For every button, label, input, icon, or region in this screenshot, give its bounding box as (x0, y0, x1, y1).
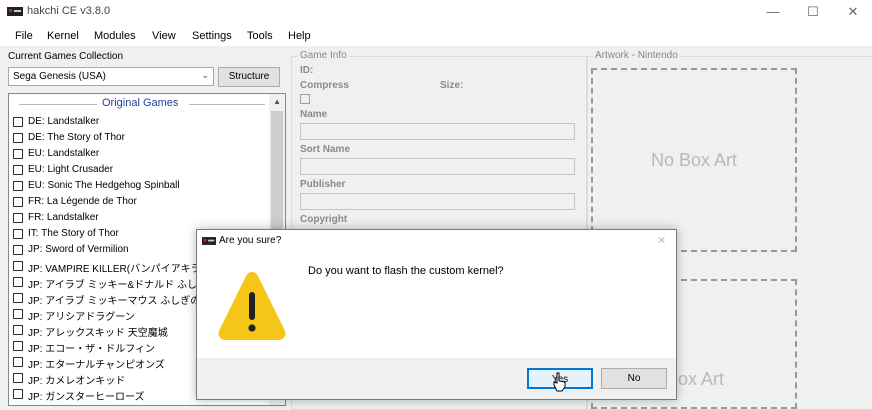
game-checkbox[interactable] (13, 261, 23, 271)
game-checkbox[interactable] (13, 277, 23, 287)
compress-checkbox[interactable] (300, 94, 310, 104)
maximize-button[interactable]: ☐ (795, 0, 831, 24)
game-checkbox[interactable] (13, 229, 23, 239)
menu-kernel[interactable]: Kernel (47, 30, 79, 42)
dialog-button-bar: Yes No (197, 358, 676, 399)
game-label: JP: アリシアドラグーン (28, 312, 135, 323)
game-info-title: Game Info (298, 50, 349, 61)
structure-button[interactable]: Structure (218, 67, 280, 87)
game-label: JP: カメレオンキッド (28, 376, 126, 387)
game-checkbox[interactable] (13, 373, 23, 383)
publisher-field[interactable] (300, 193, 575, 210)
publisher-label: Publisher (300, 179, 346, 190)
chevron-down-icon: ⌄ (201, 70, 209, 80)
game-label: IT: The Story of Thor (28, 228, 119, 239)
compress-label: Compress (300, 80, 349, 91)
name-field[interactable] (300, 123, 575, 140)
game-label: JP: ガンスターヒーローズ (28, 392, 145, 403)
list-item[interactable]: DE: The Story of Thor (13, 131, 268, 147)
title-bar: hakchi CE v3.8.0 — ☐ ✕ (0, 0, 872, 24)
list-item[interactable]: EU: Sonic The Hedgehog Spinball (13, 179, 268, 195)
list-item[interactable]: FR: Landstalker (13, 211, 268, 227)
list-item[interactable]: EU: Light Crusader (13, 163, 268, 179)
window-title: hakchi CE v3.8.0 (27, 5, 111, 17)
size-label: Size: (440, 80, 464, 91)
game-label: EU: Sonic The Hedgehog Spinball (28, 180, 180, 191)
id-label: ID: (300, 65, 314, 76)
game-label: JP: アイラブ ミッキー&ドナルド ふしぎな (28, 280, 217, 291)
game-label: JP: エターナルチャンピオンズ (28, 360, 165, 371)
menu-help[interactable]: Help (288, 30, 311, 42)
dialog-message: Do you want to flash the custom kernel? (308, 265, 504, 277)
no-box-art-text: No Box Art (650, 150, 738, 170)
app-icon (7, 7, 23, 16)
menu-file[interactable]: File (15, 30, 33, 42)
artwork-title: Artwork - Nintendo (593, 50, 680, 61)
menu-settings[interactable]: Settings (192, 30, 232, 42)
collection-label: Current Games Collection (8, 51, 124, 62)
box-art-area[interactable]: No Box Art (591, 68, 797, 252)
group-divider-left (19, 104, 97, 105)
confirm-dialog: Are you sure? ✕ Do you want to flash the… (196, 229, 677, 400)
group-divider-right (189, 104, 265, 105)
game-checkbox[interactable] (13, 341, 23, 351)
game-checkbox[interactable] (13, 197, 23, 207)
game-label: FR: Landstalker (28, 212, 99, 223)
game-checkbox[interactable] (13, 309, 23, 319)
minimize-button[interactable]: — (755, 0, 791, 24)
menu-view[interactable]: View (152, 30, 176, 42)
list-item[interactable]: EU: Landstalker (13, 147, 268, 163)
copyright-label: Copyright (300, 214, 348, 225)
no-box-art-text-partial: ox Art (678, 369, 725, 389)
game-label: EU: Light Crusader (28, 164, 114, 175)
game-checkbox[interactable] (13, 389, 23, 399)
game-label: FR: La Légende de Thor (28, 196, 137, 207)
game-label: EU: Landstalker (28, 148, 100, 159)
warning-icon (218, 272, 286, 340)
list-item[interactable]: FR: La Légende de Thor (13, 195, 268, 211)
dialog-title: Are you sure? (219, 235, 282, 246)
sort-name-field[interactable] (300, 158, 575, 175)
game-label: DE: Landstalker (28, 116, 100, 127)
game-checkbox[interactable] (13, 149, 23, 159)
collection-select[interactable]: Sega Genesis (USA) ⌄ (8, 67, 214, 86)
name-label: Name (300, 109, 328, 120)
game-label: DE: The Story of Thor (28, 132, 125, 143)
scroll-up-icon[interactable]: ▲ (273, 97, 281, 106)
menu-modules[interactable]: Modules (94, 30, 136, 42)
mouse-cursor-icon (553, 372, 566, 392)
game-checkbox[interactable] (13, 293, 23, 303)
dialog-app-icon (202, 237, 216, 245)
game-checkbox[interactable] (13, 325, 23, 335)
menu-bar: File Kernel Modules View Settings Tools … (0, 24, 872, 46)
group-title-original-games: Original Games (102, 97, 179, 109)
game-label: JP: アレックスキッド 天空魔城 (28, 328, 168, 339)
dialog-close-icon[interactable]: ✕ (657, 234, 666, 247)
game-checkbox[interactable] (13, 165, 23, 175)
no-button[interactable]: No (601, 368, 667, 389)
list-item[interactable]: DE: Landstalker (13, 115, 268, 131)
game-label: JP: エコー・ザ・ドルフィン (28, 344, 156, 355)
game-checkbox[interactable] (13, 181, 23, 191)
close-button[interactable]: ✕ (835, 0, 871, 24)
menu-tools[interactable]: Tools (247, 30, 273, 42)
sort-name-label: Sort Name (300, 144, 351, 155)
game-checkbox[interactable] (13, 117, 23, 127)
game-checkbox[interactable] (13, 357, 23, 367)
collection-selected-value: Sega Genesis (USA) (13, 71, 106, 82)
game-label: JP: Sword of Vermilion (28, 244, 129, 255)
game-checkbox[interactable] (13, 213, 23, 223)
game-checkbox[interactable] (13, 245, 23, 255)
game-checkbox[interactable] (13, 133, 23, 143)
game-label: JP: VAMPIRE KILLER(バンパイアキラー (28, 264, 211, 275)
